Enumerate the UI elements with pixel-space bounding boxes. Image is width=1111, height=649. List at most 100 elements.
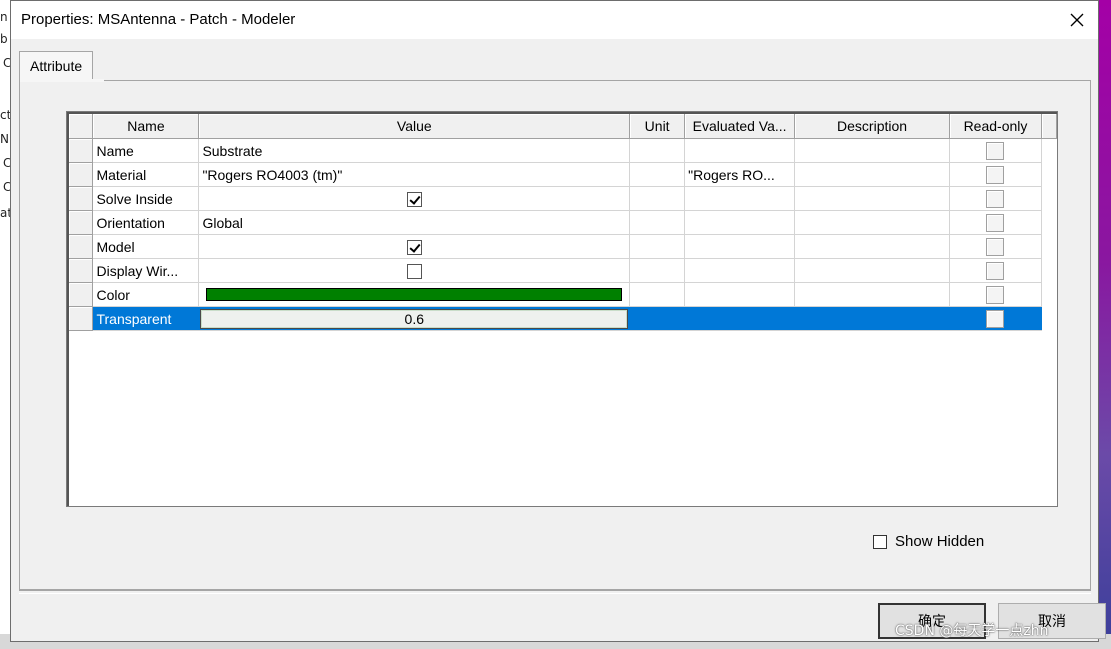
read-only-cell [949,210,1042,235]
property-name: Material [92,162,200,187]
ok-button[interactable]: 确定 [878,603,986,639]
property-evaluated [684,186,796,211]
transparent-input[interactable]: 0.6 [200,308,629,329]
tab-join [20,79,104,82]
table-row[interactable]: Model [69,234,1057,259]
property-name: Name [92,138,200,163]
close-button[interactable] [1064,7,1090,33]
table-row-selected[interactable]: Transparent 0.6 [69,306,1057,331]
read-only-checkbox [986,237,1005,256]
background-text: N [0,132,9,146]
row-header[interactable] [69,234,94,259]
property-unit[interactable] [629,162,686,187]
close-icon [1070,13,1084,27]
property-unit[interactable] [629,138,686,163]
read-only-cell [949,282,1042,307]
property-value[interactable]: Substrate [198,138,631,163]
table-row[interactable]: Solve Inside [69,186,1057,211]
property-value[interactable]: Global [198,210,631,235]
property-value[interactable] [198,258,631,283]
column-header-description[interactable]: Description [794,114,950,139]
dialog-title: Properties: MSAntenna - Patch - Modeler [21,11,296,28]
property-description[interactable] [794,234,950,259]
table-row[interactable]: Material "Rogers RO4003 (tm)" "Rogers RO… [69,162,1057,187]
property-description[interactable] [794,186,950,211]
property-evaluated [684,306,796,331]
row-header[interactable] [69,162,94,187]
property-description[interactable] [794,306,950,331]
title-bar[interactable]: Properties: MSAntenna - Patch - Modeler [11,1,1098,39]
display-wireframe-checkbox[interactable] [406,263,422,279]
property-name: Color [92,282,200,307]
column-header-name[interactable]: Name [92,114,200,139]
property-grid[interactable]: Name Value Unit Evaluated Va... Descript… [66,111,1058,507]
row-header[interactable] [69,258,94,283]
row-header[interactable] [69,210,94,235]
property-unit[interactable] [629,282,686,307]
table-row[interactable]: Name Substrate [69,138,1057,163]
column-header-value[interactable]: Value [198,114,631,139]
property-table: Name Value Unit Evaluated Va... Descript… [69,114,1057,331]
solve-inside-checkbox[interactable] [406,191,422,207]
property-unit[interactable] [629,186,686,211]
property-description[interactable] [794,138,950,163]
show-hidden-label: Show Hidden [895,533,985,550]
read-only-checkbox [986,141,1005,160]
property-unit[interactable] [629,306,686,331]
property-evaluated [684,210,796,235]
row-header[interactable] [69,186,94,211]
property-unit[interactable] [629,234,686,259]
property-value[interactable] [198,234,631,259]
header-corner [69,114,94,139]
read-only-checkbox [986,261,1005,280]
property-unit[interactable] [629,210,686,235]
properties-dialog: Properties: MSAntenna - Patch - Modeler … [10,0,1106,642]
cancel-button[interactable]: 取消 [998,603,1106,639]
property-value[interactable]: "Rogers RO4003 (tm)" [198,162,631,187]
property-evaluated [684,282,796,307]
read-only-checkbox [986,309,1005,328]
property-name: Model [92,234,200,259]
read-only-cell [949,234,1042,259]
model-checkbox[interactable] [406,239,422,255]
property-name: Orientation [92,210,200,235]
tab-attribute[interactable]: Attribute [19,51,94,81]
table-row[interactable]: Orientation Global [69,210,1057,235]
background-text: b [0,32,8,46]
read-only-cell [949,186,1042,211]
column-header-read-only[interactable]: Read-only [949,114,1042,139]
read-only-cell [949,138,1042,163]
show-hidden-checkbox[interactable] [873,534,887,549]
read-only-checkbox [986,213,1005,232]
property-value[interactable] [198,282,631,307]
background-app-right [1097,0,1111,649]
table-row[interactable]: Color [69,282,1057,307]
property-name: Transparent [92,306,200,331]
read-only-checkbox [986,165,1005,184]
property-evaluated [684,138,796,163]
property-evaluated [684,234,796,259]
row-header[interactable] [69,306,94,331]
property-name: Display Wir... [92,258,200,283]
color-swatch[interactable] [206,288,623,301]
property-value[interactable] [198,186,631,211]
read-only-checkbox [986,189,1005,208]
property-description[interactable] [794,210,950,235]
column-header-evaluated[interactable]: Evaluated Va... [684,114,796,139]
property-description[interactable] [794,258,950,283]
property-description[interactable] [794,162,950,187]
property-description[interactable] [794,282,950,307]
read-only-cell [949,306,1042,331]
row-header[interactable] [69,138,94,163]
property-name: Solve Inside [92,186,200,211]
table-row[interactable]: Display Wir... [69,258,1057,283]
divider [19,590,1091,594]
background-text: n [0,10,8,24]
property-evaluated: "Rogers RO... [684,162,796,187]
property-evaluated [684,258,796,283]
column-header-unit[interactable]: Unit [629,114,686,139]
property-value[interactable]: 0.6 [198,306,631,331]
show-hidden-option[interactable]: Show Hidden [873,533,984,550]
property-unit[interactable] [629,258,686,283]
row-header[interactable] [69,282,94,307]
